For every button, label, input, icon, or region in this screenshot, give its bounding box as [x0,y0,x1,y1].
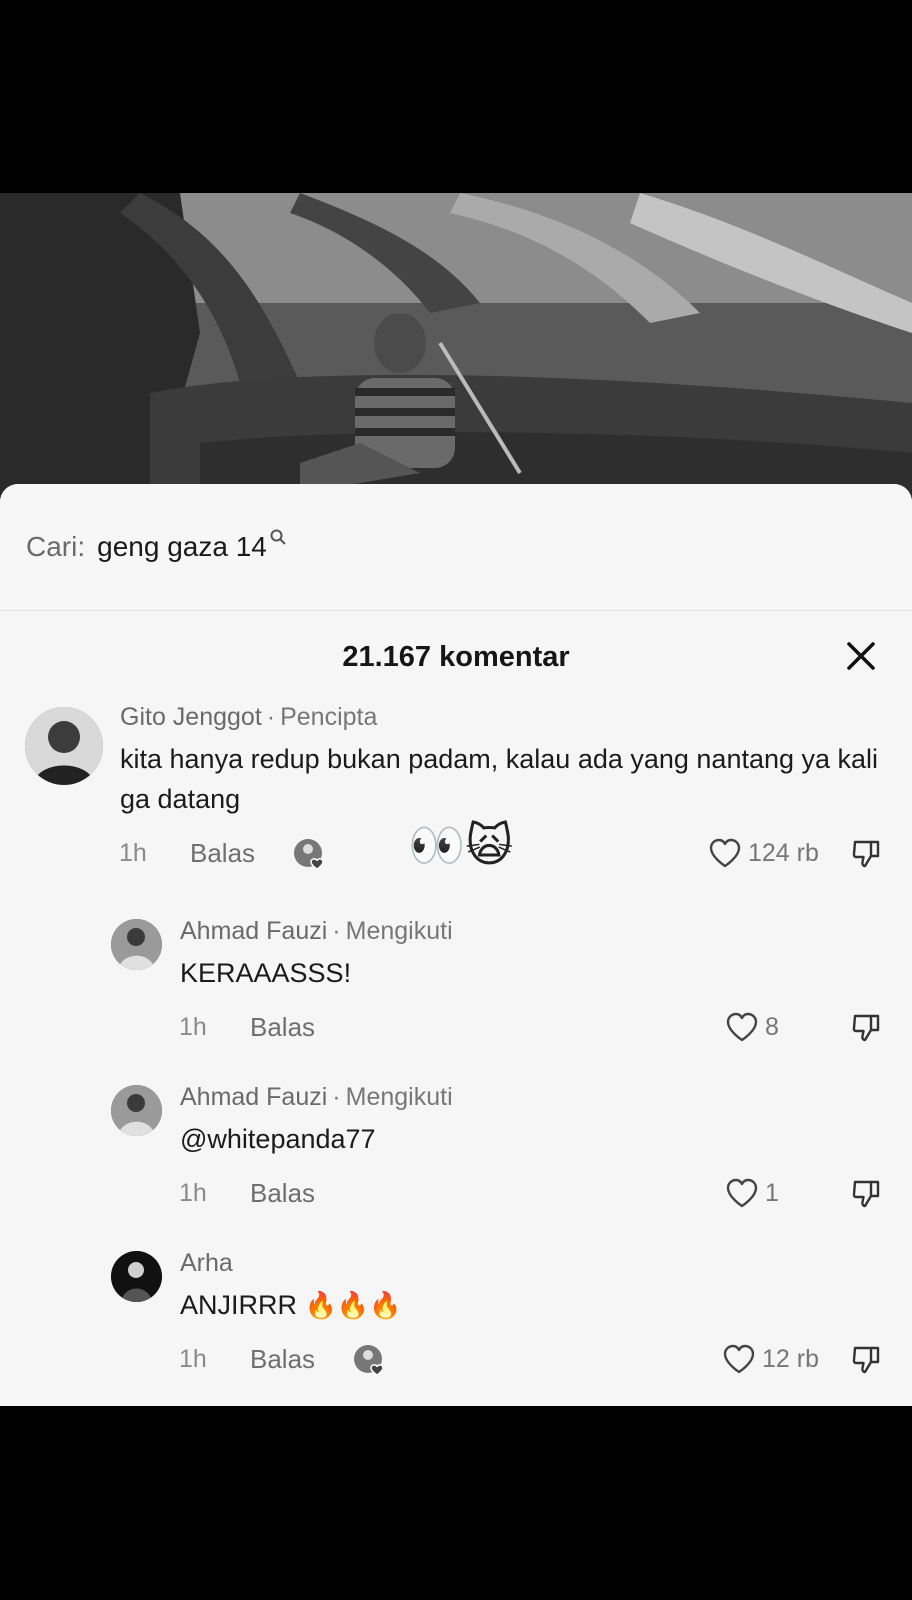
comment-username[interactable]: Ahmad Fauzi [180,1083,327,1111]
search-suggestion-bar[interactable]: Cari: geng gaza 14 [0,484,912,611]
comment-username[interactable]: Arha [180,1249,233,1277]
like-count: 1 [765,1178,779,1207]
comment-sheet: Cari: geng gaza 14 21.167 komentar Gito … [0,484,912,1406]
avatar[interactable] [111,919,162,970]
comment-mention[interactable]: @whitepanda77 [180,1119,376,1159]
search-prefix: Cari: [26,531,86,562]
separator-dot: · [332,1083,341,1111]
comment-username-row: Arha [180,1249,233,1278]
comment-username-row: Ahmad Fauzi · Mengikuti [180,917,453,946]
thumbs-down-icon[interactable] [850,1178,882,1210]
thumbs-down-icon[interactable] [850,1344,882,1376]
reply-item: Arha ANJIRRR 🔥🔥🔥 1h Balas 12 rb [0,1231,912,1391]
like-button[interactable]: 8 [725,1011,779,1043]
like-button[interactable]: 1 [725,1177,779,1209]
reply-item: Ahmad Fauzi · Mengikuti @whitepanda77 1h B… [0,1065,912,1215]
comment-text: kita hanya redup bukan padam, kalau ada … [120,744,879,814]
comment-time: 1h [119,839,147,867]
like-button[interactable]: 12 rb [722,1343,819,1375]
comment-username-row: Ahmad Fauzi · Mengikuti [180,1083,453,1112]
separator-dot: · [266,703,276,731]
search-query[interactable]: geng gaza 14 [97,531,267,563]
reply-button[interactable]: Balas [190,838,255,869]
comment-username[interactable]: Gito Jenggot [120,703,262,731]
like-count: 12 rb [762,1344,819,1373]
thumbs-down-icon[interactable] [850,1012,882,1044]
comments-count: 21.167 komentar [342,640,570,673]
creator-liked-avatar-icon [354,1345,384,1376]
heart-outline-icon [723,1344,755,1374]
heart-outline-icon [726,1178,758,1208]
avatar[interactable] [111,1251,162,1302]
reply-item: Ahmad Fauzi · Mengikuti KERAAASSS! 1h Bala… [0,899,912,1049]
heart-outline-icon [709,838,741,868]
palm-scene-image [0,193,912,513]
fire-emoji: 🔥🔥🔥 [304,1291,402,1321]
following-badge: Mengikuti [345,1083,453,1111]
like-count: 8 [765,1012,779,1041]
avatar[interactable] [111,1085,162,1136]
reply-button[interactable]: Balas [250,1178,315,1209]
like-button[interactable]: 124 rb [708,837,819,869]
like-count: 124 rb [748,838,819,867]
heart-outline-icon [726,1012,758,1042]
search-icon[interactable] [269,528,287,546]
comment-time: 1h [179,1345,207,1373]
creator-liked-avatar-icon [294,839,324,870]
close-icon[interactable] [844,639,878,673]
comment-time: 1h [179,1013,207,1041]
comment-text: ANJIRRR [180,1290,298,1320]
comment-username[interactable]: Ahmad Fauzi [180,917,327,945]
comment-username-row: Gito Jenggot · Pencipta [120,703,377,732]
video-frame-photo [0,193,912,513]
creator-badge: Pencipta [280,703,378,731]
thumbs-down-icon[interactable] [850,838,882,870]
comment-item: Gito Jenggot · Pencipta kita hanya redup b… [0,703,912,883]
reaction-emoji: 👀🙀 [408,818,514,872]
following-badge: Mengikuti [345,917,453,945]
comment-time: 1h [179,1179,207,1207]
comment-text: KERAAASSS! [180,958,352,988]
avatar[interactable] [25,707,103,785]
separator-dot: · [332,917,341,945]
reply-button[interactable]: Balas [250,1344,315,1375]
comment-text-row: ANJIRRR 🔥🔥🔥 [180,1285,402,1326]
reply-button[interactable]: Balas [250,1012,315,1043]
comments-header: 21.167 komentar [0,611,912,703]
